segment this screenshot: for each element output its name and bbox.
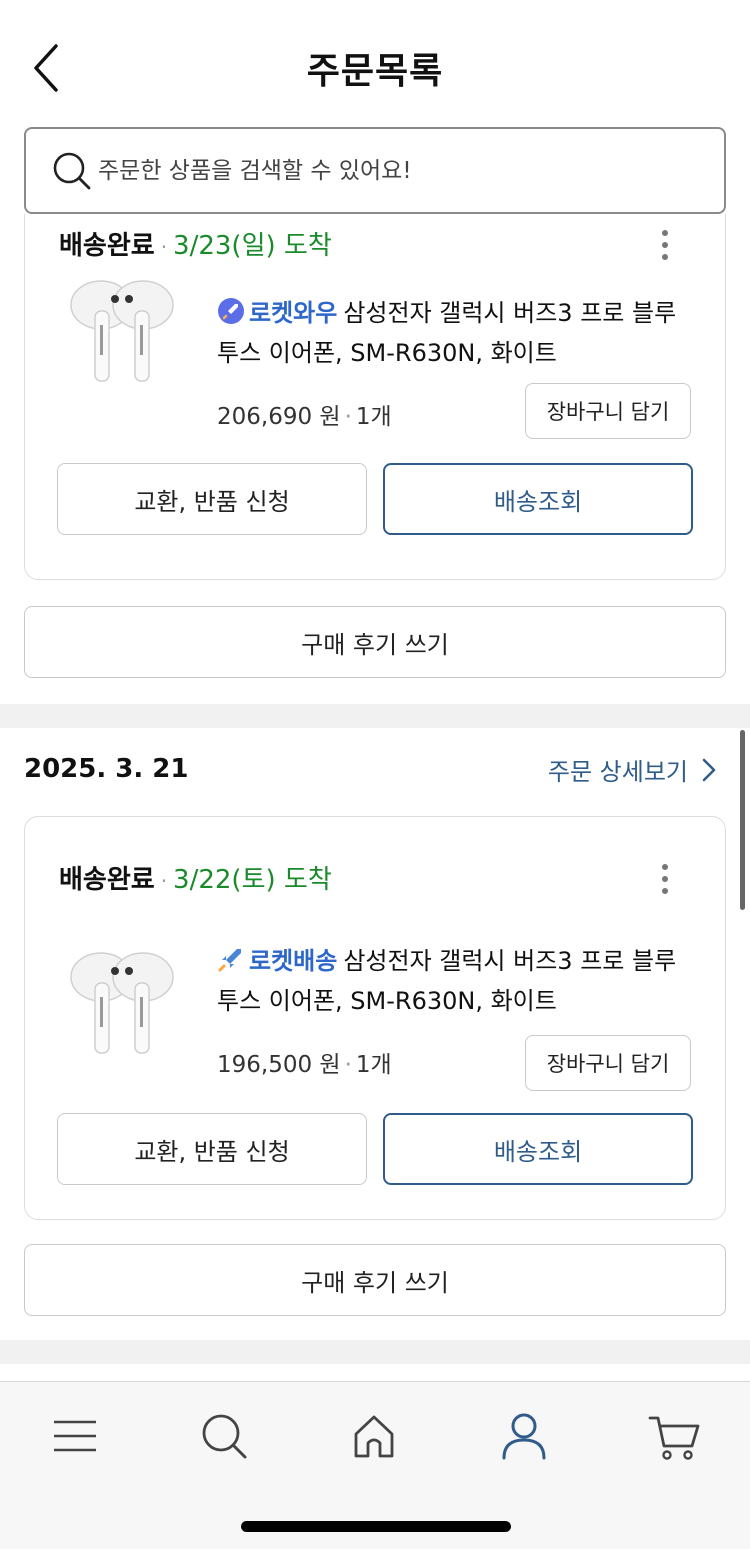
add-to-cart-button[interactable]: 장바구니 담기 [525, 1035, 691, 1091]
track-delivery-button[interactable]: 배송조회 [383, 1113, 693, 1185]
exchange-return-button[interactable]: 교환, 반품 신청 [57, 1113, 367, 1185]
status-label: 배송완료 [59, 865, 155, 895]
product-info: 로켓와우 삼성전자 갤럭시 버즈3 프로 블루투스 이어폰, SM-R630N, … [217, 293, 697, 373]
search-input[interactable] [98, 149, 698, 193]
home-indicator[interactable] [241, 1521, 511, 1532]
price: 196,500 원 [217, 1052, 341, 1078]
product-info: 로켓배송 삼성전자 갤럭시 버즈3 프로 블루투스 이어폰, SM-R630N, … [217, 941, 697, 1021]
search-icon [53, 152, 91, 190]
write-review-button[interactable]: 구매 후기 쓰기 [24, 606, 726, 678]
scrollbar[interactable] [740, 730, 745, 910]
quantity: 1개 [355, 1052, 392, 1078]
more-options-icon[interactable] [653, 225, 677, 265]
order-card: 배송완료 · 3/23(일) 도착 로켓와우 삼성전자 갤럭시 버즈3 프로 블루투스… [24, 214, 726, 580]
order-group-2: 2025. 3. 21 주문 상세보기 배송완료 · 3/22(토) 도착 로켓… [0, 728, 750, 1340]
rocket-wow-icon [218, 298, 244, 324]
page-title: 주문목록 [306, 51, 444, 92]
delivery-badge: 로켓배송 [249, 947, 338, 975]
arrival-date: 3/23(일) 도착 [173, 231, 332, 261]
search-icon[interactable] [196, 1408, 252, 1464]
status-label: 배송완료 [59, 231, 155, 261]
order-card: 배송완료 · 3/22(토) 도착 로켓배송 삼성전자 갤럭시 버즈3 프로 블루투스… [24, 816, 726, 1220]
separator-dot: · [344, 404, 352, 430]
quantity: 1개 [355, 404, 392, 430]
chevron-right-icon [702, 758, 716, 781]
write-review-button[interactable]: 구매 후기 쓰기 [24, 1244, 726, 1316]
order-group-1: 배송완료 · 3/23(일) 도착 로켓와우 삼성전자 갤럭시 버즈3 프로 블루투스… [0, 214, 750, 704]
product-image[interactable] [57, 263, 187, 393]
price: 206,690 원 [217, 404, 341, 430]
add-to-cart-button[interactable]: 장바구니 담기 [525, 383, 691, 439]
delivery-status: 배송완료 · 3/22(토) 도착 [59, 859, 332, 896]
rocket-icon [218, 949, 241, 972]
separator-dot: · [344, 1052, 352, 1078]
track-delivery-button[interactable]: 배송조회 [383, 463, 693, 535]
search-box[interactable] [24, 127, 726, 214]
section-divider [0, 1340, 750, 1364]
product-title[interactable]: 로켓와우 삼성전자 갤럭시 버즈3 프로 블루투스 이어폰, SM-R630N, … [217, 293, 697, 373]
menu-icon[interactable] [46, 1408, 102, 1464]
separator-dot: · [160, 869, 168, 893]
home-icon[interactable] [346, 1408, 402, 1464]
delivery-badge: 로켓와우 [249, 299, 338, 327]
header: 주문목록 [0, 0, 750, 128]
order-date: 2025. 3. 21 [24, 754, 189, 784]
product-image[interactable] [57, 935, 187, 1065]
product-title[interactable]: 로켓배송 삼성전자 갤럭시 버즈3 프로 블루투스 이어폰, SM-R630N, … [217, 941, 697, 1021]
order-detail-label: 주문 상세보기 [547, 758, 688, 786]
price-line: 206,690 원 · 1개 [217, 397, 392, 431]
more-options-icon[interactable] [653, 859, 677, 899]
order-detail-link[interactable]: 주문 상세보기 [548, 752, 716, 787]
separator-dot: · [160, 235, 168, 259]
my-page-icon[interactable] [496, 1408, 552, 1464]
arrival-date: 3/22(토) 도착 [173, 865, 332, 895]
exchange-return-button[interactable]: 교환, 반품 신청 [57, 463, 367, 535]
section-divider [0, 704, 750, 728]
delivery-status: 배송완료 · 3/23(일) 도착 [59, 225, 332, 262]
price-line: 196,500 원 · 1개 [217, 1045, 392, 1079]
cart-icon[interactable] [646, 1408, 702, 1464]
